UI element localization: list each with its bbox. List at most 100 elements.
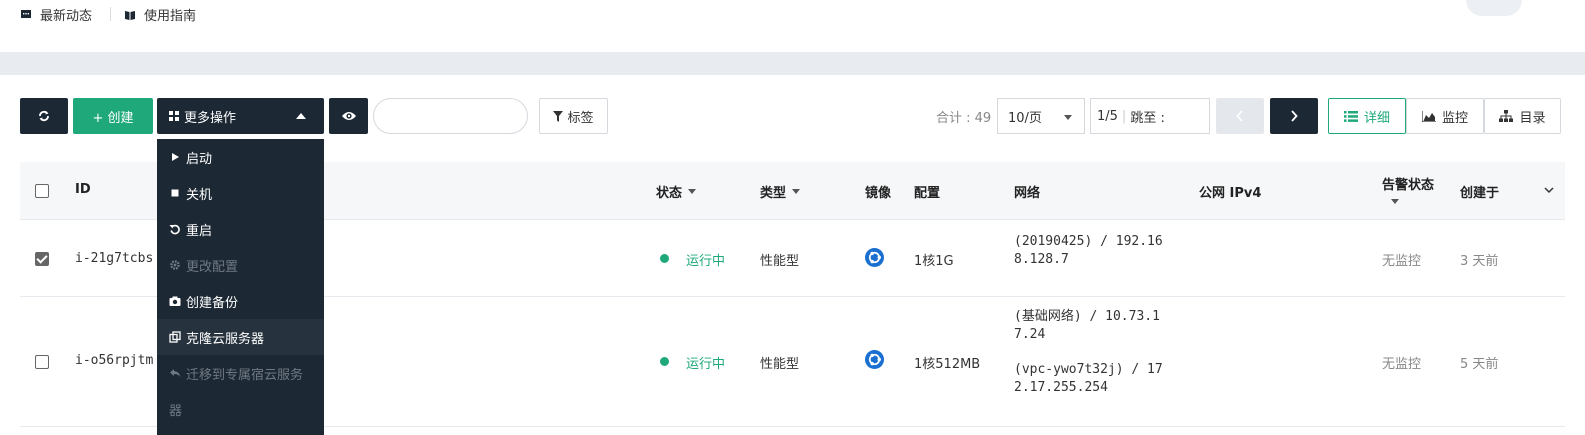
menu-item-label: 启动 bbox=[186, 151, 213, 167]
view-directory-button[interactable]: 目录 bbox=[1484, 98, 1561, 134]
status-text: 运行中 bbox=[686, 357, 726, 372]
network-line[interactable]: 2.17.255.254 bbox=[1014, 379, 1108, 397]
area-chart-icon bbox=[1421, 110, 1436, 122]
more-actions-menu: 启动 关机 重启 更改配置 创建备份 克隆云服务器 迁移到专属宿云服务 器 bbox=[157, 139, 324, 435]
view-directory-label: 目录 bbox=[1519, 110, 1546, 126]
network-line[interactable]: (基础网络) / 10.73.1 bbox=[1014, 308, 1160, 326]
created-text: 3 天前 bbox=[1460, 254, 1499, 269]
create-label: + 创建 bbox=[92, 110, 134, 126]
camera-icon bbox=[169, 296, 181, 306]
col-status-label: 状态 bbox=[656, 186, 683, 201]
chevron-right-icon bbox=[1291, 110, 1298, 122]
col-type[interactable]: 类型 bbox=[760, 182, 801, 201]
menu-item-clone-server[interactable]: 克隆云服务器 bbox=[157, 319, 324, 355]
network-line[interactable]: 8.128.7 bbox=[1014, 251, 1069, 269]
network-line[interactable]: 7.24 bbox=[1014, 326, 1045, 344]
total-count: 合计 : 49 bbox=[936, 111, 992, 126]
chevron-down-icon bbox=[1064, 115, 1072, 120]
menu-item-migrate[interactable]: 迁移到专属宿云服务 bbox=[157, 355, 324, 391]
alarm-text: 无监控 bbox=[1382, 357, 1422, 372]
instance-id-link[interactable]: i-o56rpjtm bbox=[75, 353, 153, 368]
latest-news-link[interactable]: 最新动态 bbox=[20, 5, 92, 24]
menu-item-label-wrap: 器 bbox=[169, 403, 183, 419]
menu-item-label: 更改配置 bbox=[186, 259, 239, 275]
sort-down-icon bbox=[688, 189, 697, 194]
row-checkbox[interactable] bbox=[35, 252, 49, 266]
top-bar: 最新动态 使用指南 bbox=[0, 0, 1585, 52]
menu-item-label: 重启 bbox=[186, 223, 213, 239]
menu-item-label: 克隆云服务器 bbox=[186, 331, 265, 347]
separator: | bbox=[1121, 108, 1127, 124]
sitemap-icon bbox=[1499, 110, 1514, 122]
view-monitor-button[interactable]: 监控 bbox=[1406, 98, 1484, 134]
refresh-icon bbox=[39, 110, 49, 122]
alarm-text: 无监控 bbox=[1382, 254, 1422, 269]
menu-item-create-backup[interactable]: 创建备份 bbox=[157, 283, 324, 319]
tags-button[interactable]: 标签 bbox=[539, 98, 608, 134]
menu-item-shutdown[interactable]: 关机 bbox=[157, 175, 324, 211]
status-text: 运行中 bbox=[686, 254, 726, 269]
search-input[interactable] bbox=[373, 98, 528, 134]
col-id[interactable]: ID bbox=[75, 182, 91, 197]
refresh-button[interactable] bbox=[20, 98, 68, 134]
view-detail-button[interactable]: 详细 bbox=[1328, 98, 1406, 134]
create-button[interactable]: + 创建 bbox=[73, 98, 153, 134]
col-network: 网络 bbox=[1014, 186, 1041, 201]
col-image: 镜像 bbox=[865, 186, 892, 201]
play-icon bbox=[172, 153, 179, 161]
menu-item-restart[interactable]: 重启 bbox=[157, 211, 324, 247]
avatar[interactable] bbox=[1466, 0, 1522, 16]
list-icon bbox=[1343, 110, 1358, 122]
col-alarm[interactable]: 告警状态 bbox=[1382, 174, 1434, 193]
message-icon bbox=[21, 9, 31, 18]
header-band bbox=[0, 52, 1585, 75]
col-ipv4: 公网 IPv4 bbox=[1199, 186, 1262, 201]
type-text: 性能型 bbox=[760, 357, 800, 372]
user-guide-label: 使用指南 bbox=[144, 9, 197, 24]
view-monitor-label: 监控 bbox=[1441, 110, 1468, 126]
visibility-button[interactable] bbox=[329, 98, 368, 134]
next-page-button[interactable] bbox=[1270, 98, 1318, 134]
eye-icon bbox=[341, 112, 356, 120]
status-dot bbox=[660, 357, 669, 366]
divider bbox=[110, 7, 111, 21]
col-type-label: 类型 bbox=[760, 186, 787, 201]
col-status[interactable]: 状态 bbox=[656, 182, 697, 201]
menu-item-label: 迁移到专属宿云服务 bbox=[186, 367, 304, 383]
chevron-down-icon[interactable] bbox=[1544, 187, 1554, 194]
page-jump[interactable]: 1/5 | 跳至 : bbox=[1090, 98, 1210, 134]
network-line[interactable]: (vpc-ywo7t32j) / 17 bbox=[1014, 361, 1163, 379]
prev-page-button[interactable] bbox=[1216, 98, 1264, 134]
restart-icon bbox=[169, 224, 180, 235]
menu-item-start[interactable]: 启动 bbox=[157, 139, 324, 175]
gear-icon bbox=[170, 260, 180, 270]
jump-label: 跳至 : bbox=[1130, 110, 1165, 126]
menu-item-change-config[interactable]: 更改配置 bbox=[157, 247, 324, 283]
tags-label: 标签 bbox=[567, 110, 594, 126]
menu-item-label: 关机 bbox=[186, 187, 213, 203]
instance-id-link[interactable]: i-21g7tcbs bbox=[75, 251, 153, 266]
network-line[interactable]: (20190425) / 192.16 bbox=[1014, 233, 1163, 251]
sort-down-icon bbox=[1391, 199, 1399, 204]
user-guide-link[interactable]: 使用指南 bbox=[124, 5, 196, 24]
more-actions-button[interactable]: 更多操作 bbox=[157, 98, 324, 134]
menu-item-label: 创建备份 bbox=[186, 295, 239, 311]
page-size-select[interactable]: 10/页 bbox=[997, 98, 1085, 134]
ubuntu-icon bbox=[865, 350, 884, 369]
status-dot bbox=[660, 254, 669, 263]
view-detail-label: 详细 bbox=[1363, 110, 1390, 126]
select-all-checkbox[interactable] bbox=[35, 184, 49, 198]
col-created: 创建于 bbox=[1460, 186, 1500, 201]
ubuntu-icon bbox=[865, 248, 884, 267]
book-icon bbox=[125, 10, 135, 20]
type-text: 性能型 bbox=[760, 254, 800, 269]
grid-icon bbox=[169, 111, 179, 121]
col-config: 配置 bbox=[914, 186, 941, 201]
page-size-value: 10/页 bbox=[1008, 110, 1042, 126]
chevron-left-icon bbox=[1236, 110, 1243, 122]
menu-item-migrate-wrap[interactable]: 器 bbox=[157, 391, 324, 427]
row-checkbox[interactable] bbox=[35, 355, 49, 369]
page-info: 1/5 bbox=[1097, 108, 1118, 124]
clone-icon bbox=[169, 331, 181, 343]
config-text: 1核512MB bbox=[914, 357, 981, 372]
